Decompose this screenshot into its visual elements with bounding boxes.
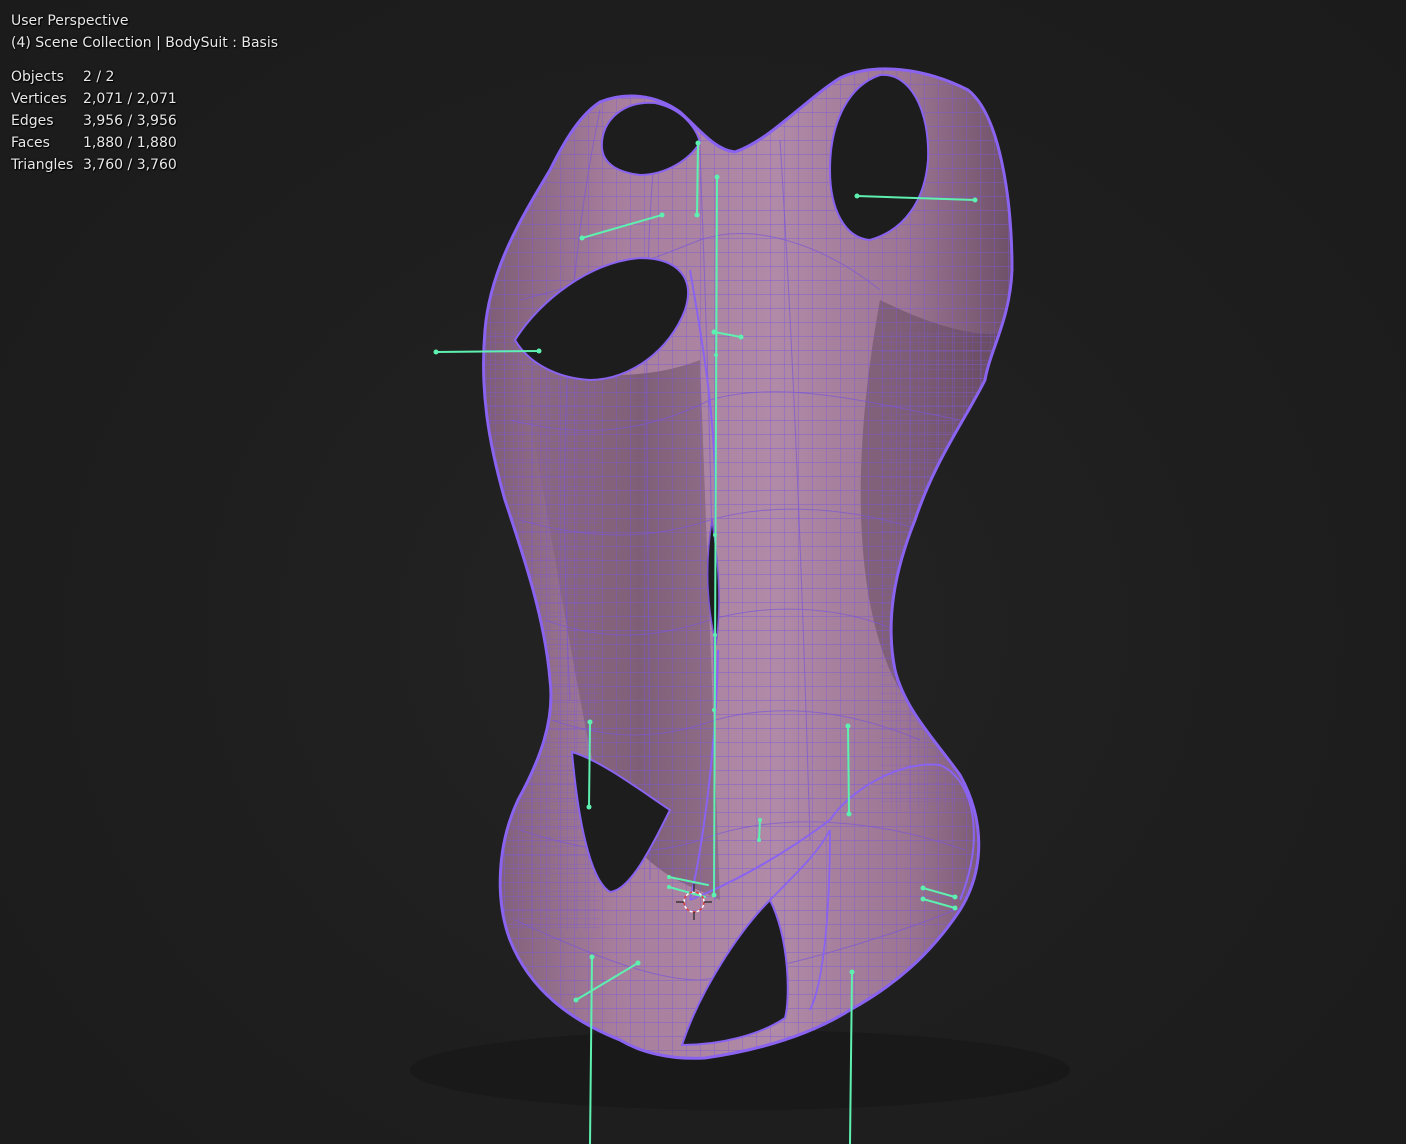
stat-label: Objects <box>11 69 64 85</box>
bodysuit-mesh[interactable] <box>480 60 1020 1070</box>
stat-edges: Edges 3,956 / 3,956 <box>11 110 177 132</box>
bone[interactable] <box>758 819 761 841</box>
statistics-overlay: Objects 2 / 2 Vertices 2,071 / 2,071 Edg… <box>11 66 177 176</box>
bone[interactable] <box>847 725 850 815</box>
stat-label: Faces <box>11 135 50 151</box>
stat-value: 3,760 / 3,760 <box>83 157 177 173</box>
stat-value: 1,880 / 1,880 <box>83 135 177 151</box>
viewport-header-text: User Perspective (4) Scene Collection | … <box>11 10 278 54</box>
stat-label: Vertices <box>11 91 67 107</box>
stat-vertices: Vertices 2,071 / 2,071 <box>11 88 177 110</box>
stat-value: 2 / 2 <box>83 69 115 85</box>
scene-context: (4) Scene Collection | BodySuit : Basis <box>11 35 279 51</box>
stat-value: 2,071 / 2,071 <box>83 91 177 107</box>
bone[interactable] <box>435 350 540 353</box>
scene-render[interactable] <box>0 0 1406 1144</box>
view-name: User Perspective <box>11 13 129 29</box>
stat-label: Edges <box>11 113 54 129</box>
bone[interactable] <box>696 142 699 216</box>
3d-viewport[interactable]: User Perspective (4) Scene Collection | … <box>0 0 1406 1144</box>
stat-label: Triangles <box>11 157 74 173</box>
stat-triangles: Triangles 3,760 / 3,760 <box>11 154 177 176</box>
stat-faces: Faces 1,880 / 1,880 <box>11 132 177 154</box>
stat-objects: Objects 2 / 2 <box>11 66 177 88</box>
stat-value: 3,956 / 3,956 <box>83 113 177 129</box>
bone[interactable] <box>588 721 591 808</box>
wireframe-grid-fine <box>483 330 600 930</box>
